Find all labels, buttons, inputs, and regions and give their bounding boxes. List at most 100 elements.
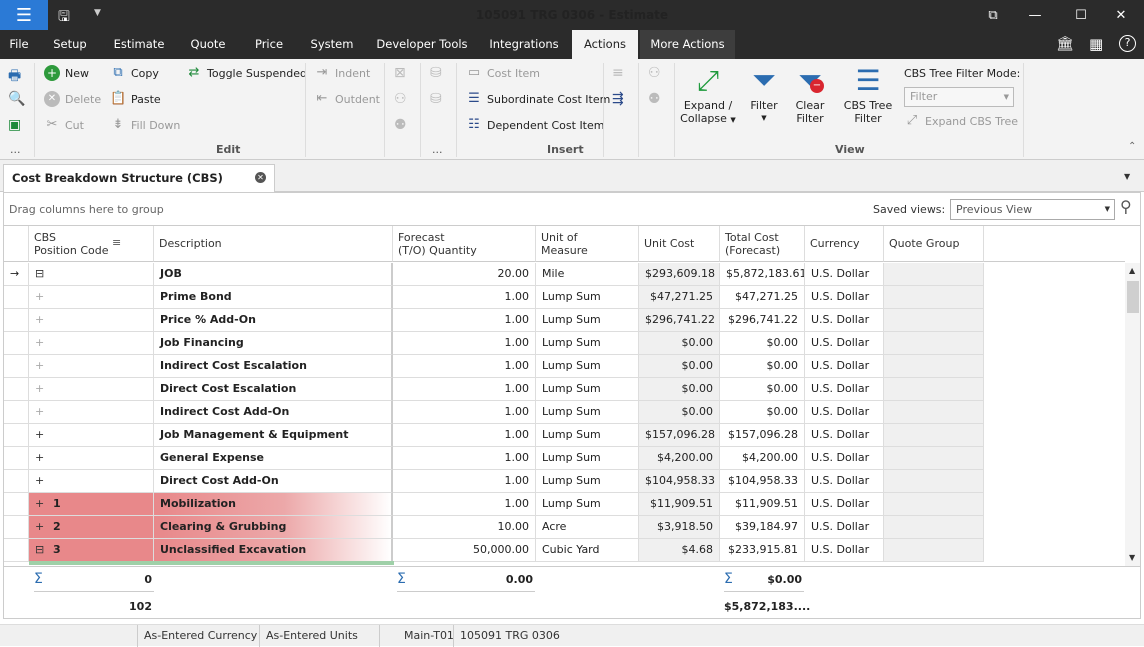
dependent-cost-item-button[interactable]: ☷ Dependent Cost Item xyxy=(466,117,604,133)
menu-setup[interactable]: Setup xyxy=(44,30,96,59)
sort-icon[interactable]: ≡ xyxy=(112,236,121,249)
group-panel[interactable]: Drag columns here to group Saved views: … xyxy=(3,192,1141,225)
quote-group-cell[interactable] xyxy=(884,470,984,493)
quote-group-cell[interactable] xyxy=(884,516,984,539)
table-row[interactable]: + Job Financing 1.00 Lump Sum $0.00 $0.00 U.S.… xyxy=(4,332,984,355)
quote-group-cell[interactable] xyxy=(884,355,984,378)
table-row[interactable]: + Job Management & Equipment 1.00 Lump Sum $… xyxy=(4,424,984,447)
cut-button[interactable]: ✂ Cut xyxy=(44,117,84,133)
collapse-icon[interactable]: ⊟ xyxy=(35,263,53,285)
qty-cell[interactable]: 1.00 xyxy=(393,447,536,470)
menu-more-actions[interactable]: More Actions xyxy=(640,30,735,59)
qty-cell[interactable]: 20.00 xyxy=(393,263,536,286)
expand-icon[interactable]: + xyxy=(35,447,53,469)
row-indicator[interactable] xyxy=(4,424,29,447)
desc-cell[interactable]: Unclassified Excavation xyxy=(154,539,393,562)
help-icon[interactable]: ? xyxy=(1119,35,1136,52)
disabled-tool-icon[interactable]: ⊠ xyxy=(394,65,406,81)
row-indicator[interactable] xyxy=(4,493,29,516)
col-unit-of-measure[interactable]: Unit of Measure xyxy=(536,226,639,262)
desc-cell[interactable]: Indirect Cost Escalation xyxy=(154,355,393,378)
total-cell[interactable]: $104,958.33 xyxy=(720,470,805,493)
cur-cell[interactable]: U.S. Dollar xyxy=(805,470,884,493)
desc-cell[interactable]: Clearing & Grubbing xyxy=(154,516,393,539)
fill-down-button[interactable]: ⇟ Fill Down xyxy=(110,117,181,133)
disabled-tree-icon[interactable]: ⚉ xyxy=(648,91,661,107)
cbs-code-cell[interactable]: + xyxy=(29,355,154,378)
col-quote-group[interactable]: Quote Group xyxy=(884,226,984,262)
menu-system[interactable]: System xyxy=(302,30,362,59)
saved-views-select[interactable]: Previous View ▼ xyxy=(950,199,1115,220)
cbs-code-cell[interactable]: ⊟ 3 xyxy=(29,539,154,562)
cbs-code-cell[interactable]: ⊟ xyxy=(29,263,154,286)
qty-cell[interactable]: 1.00 xyxy=(393,309,536,332)
uom-cell[interactable]: Mile xyxy=(536,263,639,286)
status-currency[interactable]: As-Entered Currency xyxy=(137,625,263,647)
row-indicator[interactable] xyxy=(4,355,29,378)
cur-cell[interactable]: U.S. Dollar xyxy=(805,539,884,562)
quote-group-cell[interactable] xyxy=(884,309,984,332)
desc-cell[interactable]: Job Management & Equipment xyxy=(154,424,393,447)
cur-cell[interactable]: U.S. Dollar xyxy=(805,424,884,447)
desc-cell[interactable]: Direct Cost Add-On xyxy=(154,470,393,493)
paste-button[interactable]: 📋 Paste xyxy=(110,91,161,107)
expand-icon[interactable]: + xyxy=(35,424,53,446)
vertical-scrollbar[interactable]: ▲ ▼ xyxy=(1125,263,1140,566)
export-excel-icon[interactable]: ▣ xyxy=(8,117,21,133)
uom-cell[interactable]: Lump Sum xyxy=(536,470,639,493)
restore-layout-icon[interactable]: ⧉ xyxy=(970,0,1016,30)
tab-cbs-register[interactable]: Cost Breakdown Structure (CBS) Register … xyxy=(3,164,275,211)
status-units[interactable]: As-Entered Units xyxy=(259,625,364,647)
quote-group-cell[interactable] xyxy=(884,263,984,286)
cbs-code-cell[interactable]: + xyxy=(29,401,154,424)
unit-cell[interactable]: $3,918.50 xyxy=(639,516,720,539)
save-icon[interactable]: 🖫 xyxy=(58,6,76,25)
disabled-db2-icon[interactable]: ⛁ xyxy=(430,91,442,107)
unit-cell[interactable]: $293,609.18 xyxy=(639,263,720,286)
row-indicator[interactable] xyxy=(4,286,29,309)
unit-cell[interactable]: $296,741.22 xyxy=(639,309,720,332)
total-cell[interactable]: $39,184.97 xyxy=(720,516,805,539)
qty-cell[interactable]: 1.00 xyxy=(393,424,536,447)
grid-layout-icon[interactable]: ▦ xyxy=(1089,35,1103,53)
menu-quote[interactable]: Quote xyxy=(180,30,236,59)
cur-cell[interactable]: U.S. Dollar xyxy=(805,263,884,286)
expand-icon[interactable]: + xyxy=(35,401,53,423)
uom-cell[interactable]: Acre xyxy=(536,516,639,539)
scroll-up-icon[interactable]: ▲ xyxy=(1129,266,1135,275)
table-row[interactable]: ⊟ 3 Unclassified Excavation 50,000.00 Cubic … xyxy=(4,539,984,562)
expand-icon[interactable]: + xyxy=(35,378,53,400)
quote-group-cell[interactable] xyxy=(884,539,984,562)
cbs-tree-filter-button[interactable]: ☰ CBS Tree Filter xyxy=(842,63,894,125)
expand-icon[interactable]: + xyxy=(35,470,53,492)
desc-cell[interactable]: Job Financing xyxy=(154,332,393,355)
desc-cell[interactable]: Indirect Cost Add-On xyxy=(154,401,393,424)
table-row[interactable]: + Direct Cost Add-On 1.00 Lump Sum $104,958.… xyxy=(4,470,984,493)
delete-button[interactable]: ✕ Delete xyxy=(44,91,101,107)
total-cell[interactable]: $4,200.00 xyxy=(720,447,805,470)
menu-integrations[interactable]: Integrations xyxy=(482,30,566,59)
cbs-code-cell[interactable]: + xyxy=(29,309,154,332)
unit-cell[interactable]: $104,958.33 xyxy=(639,470,720,493)
total-cell[interactable]: $0.00 xyxy=(720,378,805,401)
close-tab-icon[interactable]: ✕ xyxy=(255,172,266,183)
table-row[interactable]: +2 Clearing & Grubbing 10.00 Acre $3,918.50 $… xyxy=(4,516,984,539)
collapse-ribbon-icon[interactable]: ⌃ xyxy=(1128,141,1136,152)
menu-estimate[interactable]: Estimate xyxy=(108,30,170,59)
cbs-mode-select[interactable]: Filter ▼ xyxy=(904,87,1014,107)
menu-developer-tools[interactable]: Developer Tools xyxy=(372,30,472,59)
expand-icon[interactable]: + xyxy=(35,286,53,308)
uom-cell[interactable]: Lump Sum xyxy=(536,332,639,355)
cbs-code-cell[interactable]: +2 xyxy=(29,516,154,539)
total-cell[interactable]: $0.00 xyxy=(720,401,805,424)
current-row-arrow-icon[interactable]: → xyxy=(4,263,29,286)
qty-cell[interactable]: 1.00 xyxy=(393,355,536,378)
print-preview-icon[interactable]: 🔍 xyxy=(8,91,25,107)
total-cell[interactable]: $47,271.25 xyxy=(720,286,805,309)
disabled-list-icon[interactable]: ≡ xyxy=(612,65,624,81)
collapse-icon[interactable]: ⊟ xyxy=(35,539,53,561)
desc-cell[interactable]: General Expense xyxy=(154,447,393,470)
tab-dropdown-icon[interactable]: ▼ xyxy=(1124,172,1130,181)
bank-icon[interactable]: 🏛 xyxy=(1056,36,1074,52)
cost-item-button[interactable]: ▭ Cost Item xyxy=(466,65,540,81)
